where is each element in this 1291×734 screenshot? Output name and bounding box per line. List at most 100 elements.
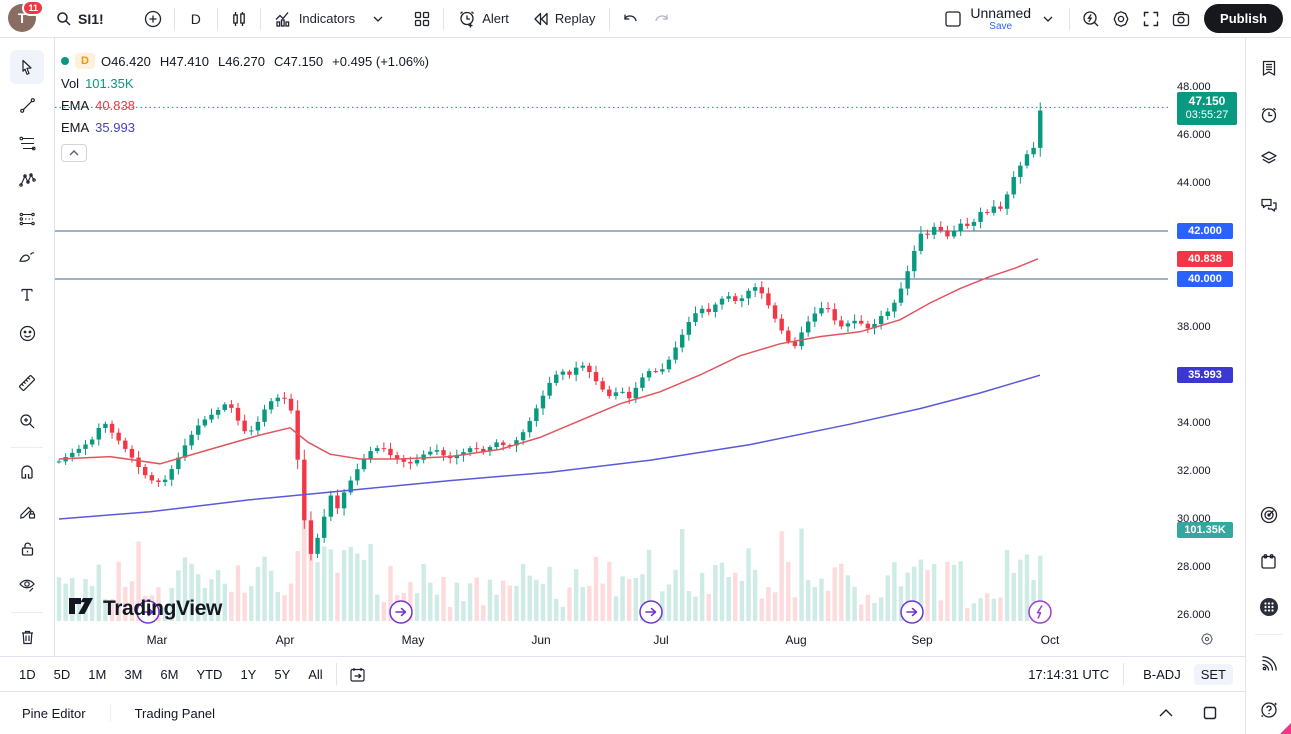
save-layout-link[interactable]: Save	[989, 22, 1012, 32]
publish-button[interactable]: Publish	[1204, 4, 1283, 33]
indicators-button[interactable]: Indicators	[267, 4, 363, 34]
tradingview-watermark[interactable]: TradingView	[67, 595, 222, 622]
alerts-clock-icon[interactable]	[1252, 98, 1286, 132]
alert-label: Alert	[482, 11, 509, 26]
fullscreen-icon[interactable]	[1136, 4, 1166, 34]
time-tick-month: Jun	[531, 633, 550, 647]
range-button-5d[interactable]: 5D	[47, 663, 78, 686]
range-button-6m[interactable]: 6M	[153, 663, 185, 686]
session-toggle[interactable]: SET	[1194, 664, 1233, 685]
top-toolbar: T 11 SI1! D Indicators	[0, 0, 1291, 38]
projection-tool-button[interactable]	[10, 202, 44, 236]
redo-button[interactable]	[646, 4, 676, 34]
magnet-mode-button[interactable]	[10, 455, 44, 489]
xabcd-pattern-tool-button[interactable]	[10, 163, 44, 197]
indicator-templates-chevron[interactable]	[363, 4, 393, 34]
trading-panel-button[interactable]: Trading Panel	[125, 700, 225, 727]
streams-signal-icon[interactable]	[1252, 647, 1286, 681]
panel-maximize-icon[interactable]	[1195, 698, 1225, 728]
high-value: H47.410	[160, 54, 209, 69]
divider	[217, 8, 218, 30]
divider	[260, 8, 261, 30]
watchlist-icon[interactable]	[1252, 51, 1286, 85]
ema-slow-legend-row[interactable]: EMA 35.993	[61, 116, 429, 138]
quick-search-icon[interactable]	[1076, 4, 1106, 34]
text-tool-button[interactable]	[10, 277, 44, 311]
trend-line-tool-button[interactable]	[10, 88, 44, 122]
range-button-ytd[interactable]: YTD	[189, 663, 229, 686]
toolbar-divider	[11, 447, 43, 448]
layout-chevron-down-icon[interactable]	[1033, 4, 1063, 34]
range-button-3m[interactable]: 3M	[117, 663, 149, 686]
divider	[1123, 663, 1124, 685]
layout-name-block[interactable]: Unnamed Save	[970, 6, 1031, 32]
ema-fast-price-badge: 40.838	[1177, 251, 1233, 267]
ema-slow-label: EMA	[61, 120, 89, 135]
ema-fast-legend-row[interactable]: EMA 40.838	[61, 94, 429, 116]
zoom-in-tool-button[interactable]	[10, 404, 44, 438]
pine-editor-button[interactable]: Pine Editor	[12, 700, 96, 727]
range-button-all[interactable]: All	[301, 663, 329, 686]
economic-calendar-icon[interactable]	[1252, 544, 1286, 578]
range-button-1y[interactable]: 1Y	[233, 663, 263, 686]
indicators-icon	[275, 11, 293, 27]
tradingview-logo-text: TradingView	[103, 597, 222, 621]
layout-name[interactable]: Unnamed	[970, 6, 1031, 20]
symbol-name: SI1!	[78, 11, 104, 27]
panel-collapse-chevron-up-icon[interactable]	[1151, 698, 1181, 728]
symbol-search-button[interactable]: SI1!	[48, 4, 112, 34]
clock-utc[interactable]: 17:14:31 UTC	[1028, 667, 1109, 682]
object-tree-layers-icon[interactable]	[1252, 141, 1286, 175]
range-button-1m[interactable]: 1M	[81, 663, 113, 686]
range-button-5y[interactable]: 5Y	[267, 663, 297, 686]
divider	[110, 704, 111, 722]
replay-button[interactable]: Replay	[525, 4, 603, 34]
apps-grid-icon[interactable]	[1252, 590, 1286, 624]
time-tick-month: Jul	[653, 633, 668, 647]
corner-notification-flag[interactable]	[1280, 723, 1291, 734]
user-menu-button[interactable]: T 11	[8, 4, 38, 34]
chart-plot-area[interactable]: D O46.420 H47.410 L46.270 C47.150 +0.495…	[55, 38, 1168, 628]
stock-screener-radar-icon[interactable]	[1252, 498, 1286, 532]
help-sparkle-icon[interactable]	[1252, 693, 1286, 727]
price-tick: 44.000	[1177, 177, 1211, 189]
multichart-layout-icon[interactable]	[407, 4, 437, 34]
emoji-tool-button[interactable]	[10, 316, 44, 350]
cursor-tool-button[interactable]	[10, 50, 44, 84]
legend-collapse-button[interactable]	[61, 144, 87, 162]
price-axis[interactable]: 47.150 03:55:27 42.000 40.000 40.838 35.…	[1168, 38, 1245, 656]
alert-button[interactable]: Alert	[450, 4, 517, 34]
legend-main-row[interactable]: D O46.420 H47.410 L46.270 C47.150 +0.495…	[61, 50, 429, 72]
interval-badge[interactable]: D	[75, 53, 95, 69]
range-button-1d[interactable]: 1D	[12, 663, 43, 686]
hide-all-drawings-button[interactable]	[10, 568, 44, 602]
settings-gear-icon[interactable]	[1106, 4, 1136, 34]
stay-in-drawing-mode-button[interactable]	[10, 494, 44, 528]
measure-ruler-tool-button[interactable]	[10, 366, 44, 400]
remove-drawings-trash-button[interactable]	[10, 620, 44, 654]
undo-button[interactable]	[616, 4, 646, 34]
go-to-date-icon[interactable]	[343, 659, 373, 689]
adjustment-toggle[interactable]: B-ADJ	[1138, 664, 1186, 685]
notification-badge: 11	[22, 0, 44, 16]
toolbar-divider	[11, 612, 43, 613]
chart-style-button[interactable]	[224, 4, 254, 34]
last-price-value: 47.150	[1177, 94, 1237, 109]
price-tick: 30.000	[1177, 513, 1211, 525]
axis-settings-gear-icon[interactable]	[1200, 632, 1214, 651]
time-axis[interactable]: MarAprMayJunJulAugSepOct	[55, 628, 1168, 656]
camera-screenshot-icon[interactable]	[1166, 4, 1196, 34]
layout-icon[interactable]	[938, 4, 968, 34]
price-tick: 46.000	[1177, 129, 1211, 141]
brush-tool-button[interactable]	[10, 240, 44, 274]
fib-retracement-tool-button[interactable]	[10, 126, 44, 160]
lock-all-drawings-button[interactable]	[10, 532, 44, 566]
add-symbol-button[interactable]	[138, 4, 168, 34]
close-value: C47.150	[274, 54, 323, 69]
price-tick: 28.000	[1177, 561, 1211, 573]
divider	[336, 663, 337, 685]
volume-legend-row[interactable]: Vol 101.35K	[61, 72, 429, 94]
interval-button[interactable]: D	[181, 4, 211, 34]
search-icon	[56, 11, 72, 27]
chat-icon[interactable]	[1252, 188, 1286, 222]
